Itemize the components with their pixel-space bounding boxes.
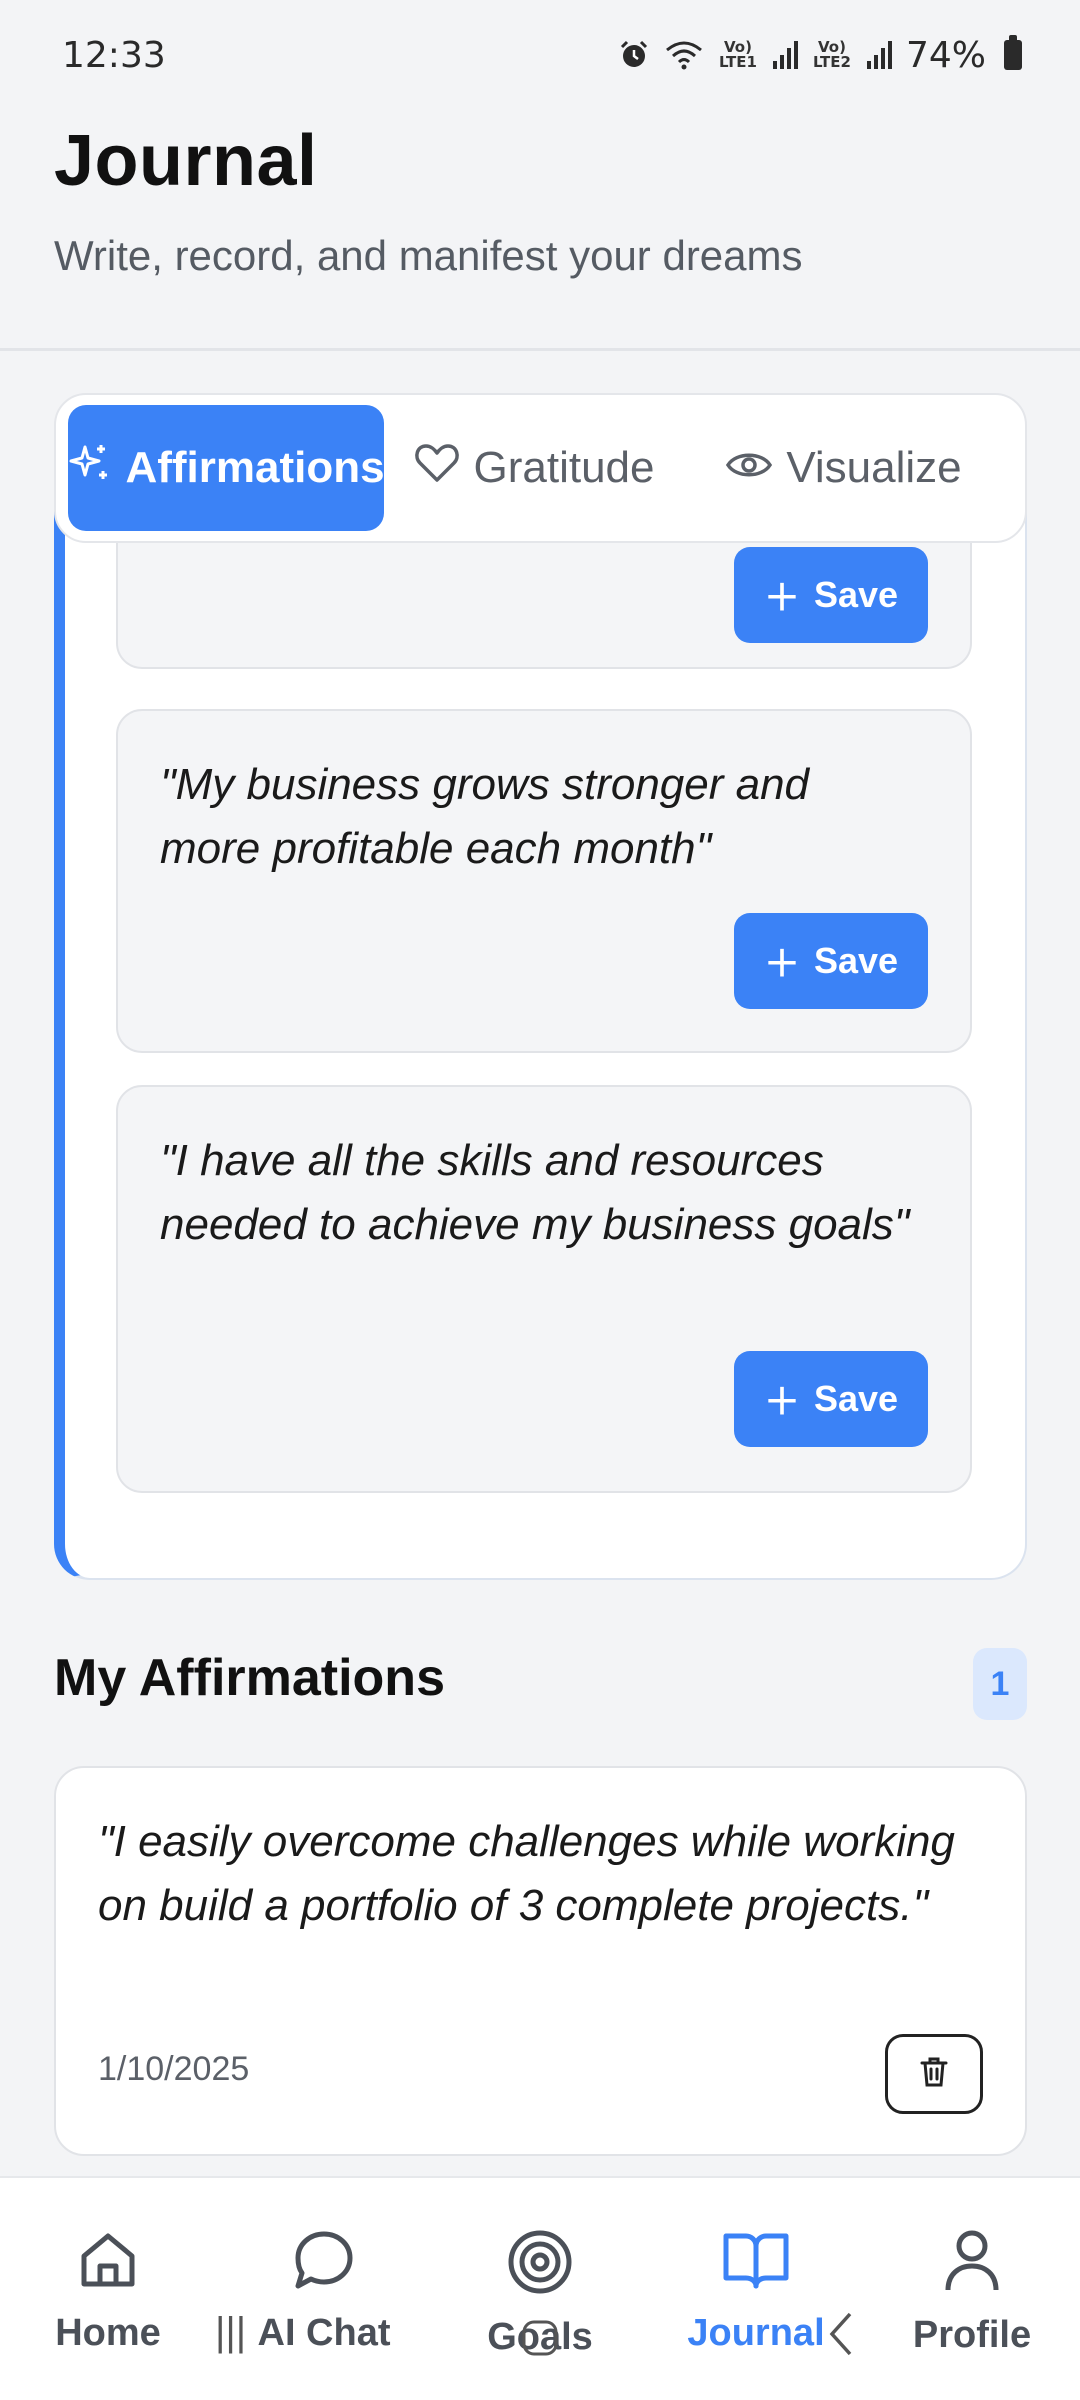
suggestion-text: "I have all the skills and resources nee…: [160, 1136, 910, 1249]
wifi-icon: [664, 40, 704, 70]
delete-button[interactable]: [885, 2034, 983, 2114]
nav-goals[interactable]: Goals: [440, 2228, 640, 2400]
nav-home-label: Home: [55, 2312, 161, 2354]
plus-icon: ＋: [763, 577, 800, 618]
header-divider: [0, 348, 1080, 351]
lte1-label: Vo) LTE1: [718, 38, 757, 71]
status-icons: Vo) LTE1 Vo) LTE2 74%: [618, 35, 1022, 76]
saved-affirmation-card: "I easily overcome challenges while work…: [54, 1766, 1027, 2156]
nav-profile-label: Profile: [912, 2314, 1032, 2356]
journal-tabs: Affirmations Gratitude Visualize: [54, 393, 1027, 543]
battery-icon: [1004, 35, 1022, 70]
eye-icon: [726, 443, 773, 493]
suggestion-text: "My business grows stronger and more pro…: [160, 760, 810, 873]
page-subtitle: Write, record, and manifest your dreams: [54, 232, 803, 279]
alarm-icon: [618, 39, 650, 71]
save-button-label: Save: [813, 1378, 899, 1419]
status-time: 12:33: [62, 34, 166, 76]
signal-icon: [772, 41, 798, 69]
battery-percent: 74%: [905, 34, 986, 76]
saved-affirmation-date: 1/10/2025: [98, 2050, 250, 2088]
tab-affirmations-label: Affirmations: [125, 443, 385, 492]
book-open-icon: [722, 2228, 790, 2302]
plus-icon: ＋: [763, 943, 800, 984]
plus-icon: ＋: [763, 1381, 800, 1422]
save-button[interactable]: ＋ Save: [734, 913, 928, 1009]
back-arrow-icon[interactable]: [826, 2310, 856, 2368]
trash-icon: [919, 2056, 949, 2093]
suggestion-card: "My business grows stronger and more pro…: [116, 709, 972, 1053]
my-affirmations-title: My Affirmations: [54, 1649, 445, 1707]
signal-icon: [866, 41, 892, 69]
tab-visualize-label: Visualize: [786, 443, 962, 492]
suggestion-card: "I have all the skills and resources nee…: [116, 1085, 972, 1493]
nav-journal-label: Journal: [687, 2312, 825, 2354]
status-bar: 12:33 Vo) LTE1 Vo) LTE2 74%: [0, 0, 1080, 110]
tab-gratitude-label: Gratitude: [473, 443, 655, 492]
saved-affirmation-text: "I easily overcome challenges while work…: [98, 1817, 955, 1930]
save-button-label: Save: [813, 574, 899, 615]
nav-profile[interactable]: Profile: [872, 2228, 1072, 2400]
page-title: Journal: [54, 121, 318, 201]
save-button-label: Save: [813, 940, 899, 981]
nav-home[interactable]: Home: [8, 2228, 208, 2400]
home-icon: [76, 2228, 140, 2302]
tab-affirmations[interactable]: Affirmations: [67, 405, 385, 531]
tab-gratitude[interactable]: Gratitude: [384, 405, 684, 531]
page-header: Journal Write, record, and manifest your…: [54, 120, 803, 280]
user-icon: [942, 2228, 1002, 2304]
count-badge: 1: [973, 1648, 1027, 1720]
lte2-label: Vo) LTE2: [812, 38, 851, 71]
sparkles-icon: [67, 441, 111, 496]
affirmations-panel: ＋ Save "My business grows stronger and m…: [54, 395, 1027, 1580]
save-button[interactable]: ＋ Save: [734, 547, 928, 643]
target-icon: [506, 2228, 574, 2306]
chat-bubble-icon: [292, 2228, 356, 2302]
save-button[interactable]: ＋ Save: [734, 1351, 928, 1447]
tab-visualize[interactable]: Visualize: [684, 405, 1004, 531]
system-home-icon[interactable]: [520, 2318, 560, 2368]
nav-ai-chat-label: AI Chat: [257, 2312, 391, 2354]
heart-icon: [414, 442, 460, 495]
recent-apps-icon[interactable]: |||: [215, 2310, 246, 2355]
nav-ai-chat[interactable]: AI Chat: [224, 2228, 424, 2400]
